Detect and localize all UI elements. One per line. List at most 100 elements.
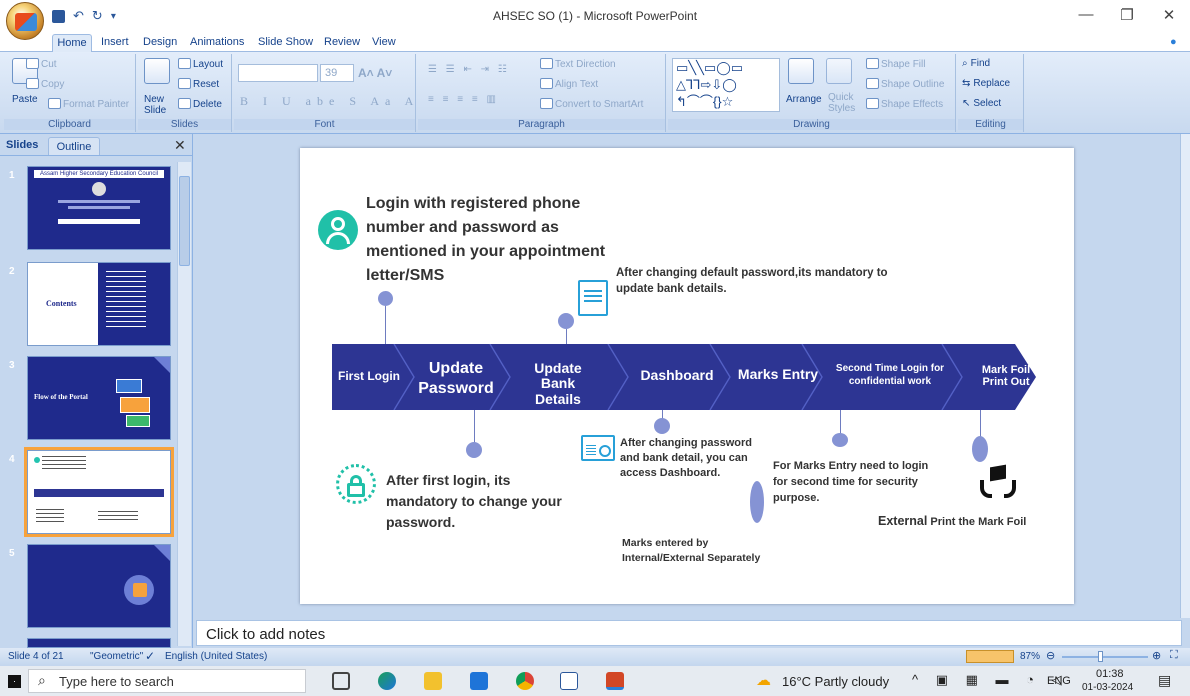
list-buttons[interactable]: ☰ ☰ ⇤ ⇥ ☷: [428, 64, 510, 75]
tab-outline[interactable]: Outline: [48, 137, 100, 155]
slide-thumbnail-1[interactable]: Assam Higher Secondary Education Council: [27, 166, 171, 250]
zoom-level[interactable]: 87%: [1020, 651, 1040, 662]
quick-styles-button[interactable]: Quick Styles: [828, 92, 862, 114]
font-format-buttons[interactable]: B I U abe S Aa A: [240, 94, 419, 109]
arrange-icon[interactable]: [788, 58, 814, 84]
arrange-button[interactable]: Arrange: [786, 94, 822, 105]
tab-design[interactable]: Design: [143, 36, 177, 48]
office-logo-icon: [15, 13, 37, 31]
zoom-out-icon[interactable]: ⊖: [1046, 649, 1055, 662]
notes-pane[interactable]: Click to add notes: [196, 620, 1182, 646]
layout-button[interactable]: Layout: [193, 59, 223, 70]
dashboard-icon: [581, 435, 615, 461]
shapes-gallery[interactable]: ▭╲╲▭◯▭ △⅂⅂⇨⇩◯ ↰⌒⌒{}☆: [672, 58, 780, 112]
replace-button[interactable]: Replace: [973, 78, 1010, 89]
view-buttons[interactable]: [966, 650, 1014, 663]
windows-start-icon[interactable]: [8, 675, 21, 688]
chrome-icon[interactable]: [516, 672, 534, 690]
print-mark-foil-text: External Print the Mark Foil: [878, 514, 1068, 528]
slide-thumbnail-5[interactable]: [27, 544, 171, 628]
delete-button[interactable]: Delete: [193, 99, 222, 110]
format-painter-icon: [48, 98, 61, 109]
grow-font-button[interactable]: A˄ A˅: [358, 66, 392, 80]
edge-icon[interactable]: [378, 672, 396, 690]
slide-thumbnail-4[interactable]: [24, 447, 174, 537]
search-icon: ⌕: [38, 672, 46, 688]
timeline-dot: [832, 433, 848, 447]
quick-styles-icon[interactable]: [826, 58, 852, 84]
delete-icon: [178, 98, 191, 109]
new-slide-button[interactable]: New Slide: [144, 94, 174, 116]
shape-fill-button[interactable]: Shape Fill: [881, 59, 925, 70]
file-explorer-icon[interactable]: [424, 672, 442, 690]
shape-effects-button[interactable]: Shape Effects: [881, 99, 943, 110]
convert-smartart-button[interactable]: Convert to SmartArt: [555, 99, 643, 110]
language-status[interactable]: English (United States): [165, 651, 267, 662]
weather-icon[interactable]: ☁: [756, 671, 771, 689]
connector: [385, 306, 386, 344]
format-painter-button[interactable]: Format Painter: [63, 99, 129, 110]
taskbar-search-input[interactable]: Type here to search: [28, 669, 306, 693]
close-button[interactable]: ✕: [1159, 6, 1179, 26]
slides-pane-scrollbar[interactable]: [177, 162, 191, 646]
slide-number: 3: [9, 360, 15, 371]
tab-home[interactable]: Home: [52, 34, 92, 52]
step-dashboard: Dashboard: [640, 367, 714, 383]
shape-outline-button[interactable]: Shape Outline: [881, 79, 944, 90]
minimize-button[interactable]: —: [1076, 6, 1096, 26]
lock-icon: [133, 583, 147, 597]
notification-icon[interactable]: ▤: [1158, 672, 1171, 689]
reset-button[interactable]: Reset: [193, 79, 219, 90]
clock-date[interactable]: 01-03-2024: [1082, 682, 1133, 693]
system-tray-icons[interactable]: ^ ▣ ▦ ▬ ◔ ◁: [912, 672, 1069, 688]
select-button[interactable]: Select: [973, 98, 1001, 109]
align-buttons[interactable]: ≡ ≡ ≡ ≡ ▥: [428, 94, 499, 105]
paste-button[interactable]: Paste: [12, 94, 38, 105]
slide-thumbnail-6[interactable]: [27, 638, 171, 648]
help-icon[interactable]: ●: [1170, 36, 1177, 48]
cut-button[interactable]: Cut: [41, 59, 57, 70]
editor-scrollbar[interactable]: [1180, 134, 1190, 618]
input-language[interactable]: ENG: [1047, 675, 1071, 687]
spelling-check-icon[interactable]: ✓: [145, 649, 155, 663]
mail-icon[interactable]: [470, 672, 488, 690]
slide-thumbnail-3[interactable]: Flow of the Portal: [27, 356, 171, 440]
tab-animations[interactable]: Animations: [190, 36, 244, 48]
align-text-button[interactable]: Align Text: [555, 79, 598, 90]
connector: [474, 410, 475, 444]
scroll-thumb[interactable]: [179, 176, 190, 266]
zoom-in-icon[interactable]: ⊕: [1152, 649, 1161, 662]
slide-thumbnail-2[interactable]: Contents: [27, 262, 171, 346]
font-size-combo[interactable]: 39: [320, 64, 354, 82]
restore-button[interactable]: ❐: [1117, 6, 1137, 26]
close-pane-icon[interactable]: ✕: [174, 137, 186, 154]
lock-refresh-icon: [336, 464, 376, 504]
new-slide-icon[interactable]: [144, 58, 170, 84]
find-button[interactable]: Find: [971, 58, 990, 69]
select-icon: ↖: [962, 98, 971, 109]
fit-slide-icon[interactable]: ⛶: [1170, 649, 1178, 662]
zoom-slider-thumb[interactable]: [1098, 651, 1103, 662]
office-button[interactable]: [6, 2, 44, 40]
slide-canvas[interactable]: Login with registered phone number and p…: [300, 148, 1074, 604]
slide-number: 4: [9, 454, 15, 465]
powerpoint-icon[interactable]: [606, 672, 624, 690]
tab-slides[interactable]: Slides: [6, 139, 38, 151]
tab-view[interactable]: View: [372, 36, 396, 48]
text-direction-button[interactable]: Text Direction: [555, 59, 616, 70]
editing-label: Editing: [958, 119, 1023, 130]
weather-text[interactable]: 16°C Partly cloudy: [782, 674, 889, 689]
word-doc-icon[interactable]: [560, 672, 578, 690]
pane-tabs: Slides Outline ✕: [0, 134, 193, 156]
tab-insert[interactable]: Insert: [101, 36, 129, 48]
copy-button[interactable]: Copy: [41, 79, 64, 90]
timeline-dot: [466, 442, 482, 458]
drawing-group: ▭╲╲▭◯▭ △⅂⅂⇨⇩◯ ↰⌒⌒{}☆ Arrange Quick Styles …: [668, 54, 956, 132]
task-view-icon[interactable]: [332, 672, 350, 690]
font-name-combo[interactable]: [238, 64, 318, 82]
tab-slide-show[interactable]: Slide Show: [258, 36, 313, 48]
zoom-slider[interactable]: [1062, 656, 1148, 658]
timeline-dot: [378, 291, 393, 306]
clock-time[interactable]: 01:38: [1096, 668, 1124, 680]
tab-review[interactable]: Review: [324, 36, 360, 48]
